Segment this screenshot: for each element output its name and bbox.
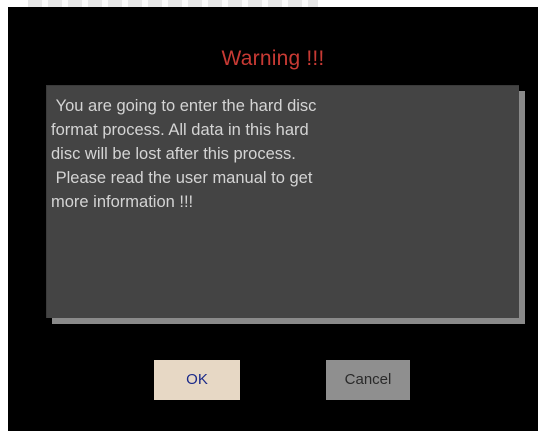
cancel-button[interactable]: Cancel bbox=[326, 360, 410, 400]
dialog-title: Warning !!! bbox=[221, 47, 325, 70]
message-box: You are going to enter the hard disc for… bbox=[46, 85, 519, 318]
warning-message: You are going to enter the hard disc for… bbox=[51, 97, 317, 211]
tv-screen: Warning !!! You are going to enter the h… bbox=[8, 7, 538, 431]
ok-button[interactable]: OK bbox=[154, 360, 240, 400]
